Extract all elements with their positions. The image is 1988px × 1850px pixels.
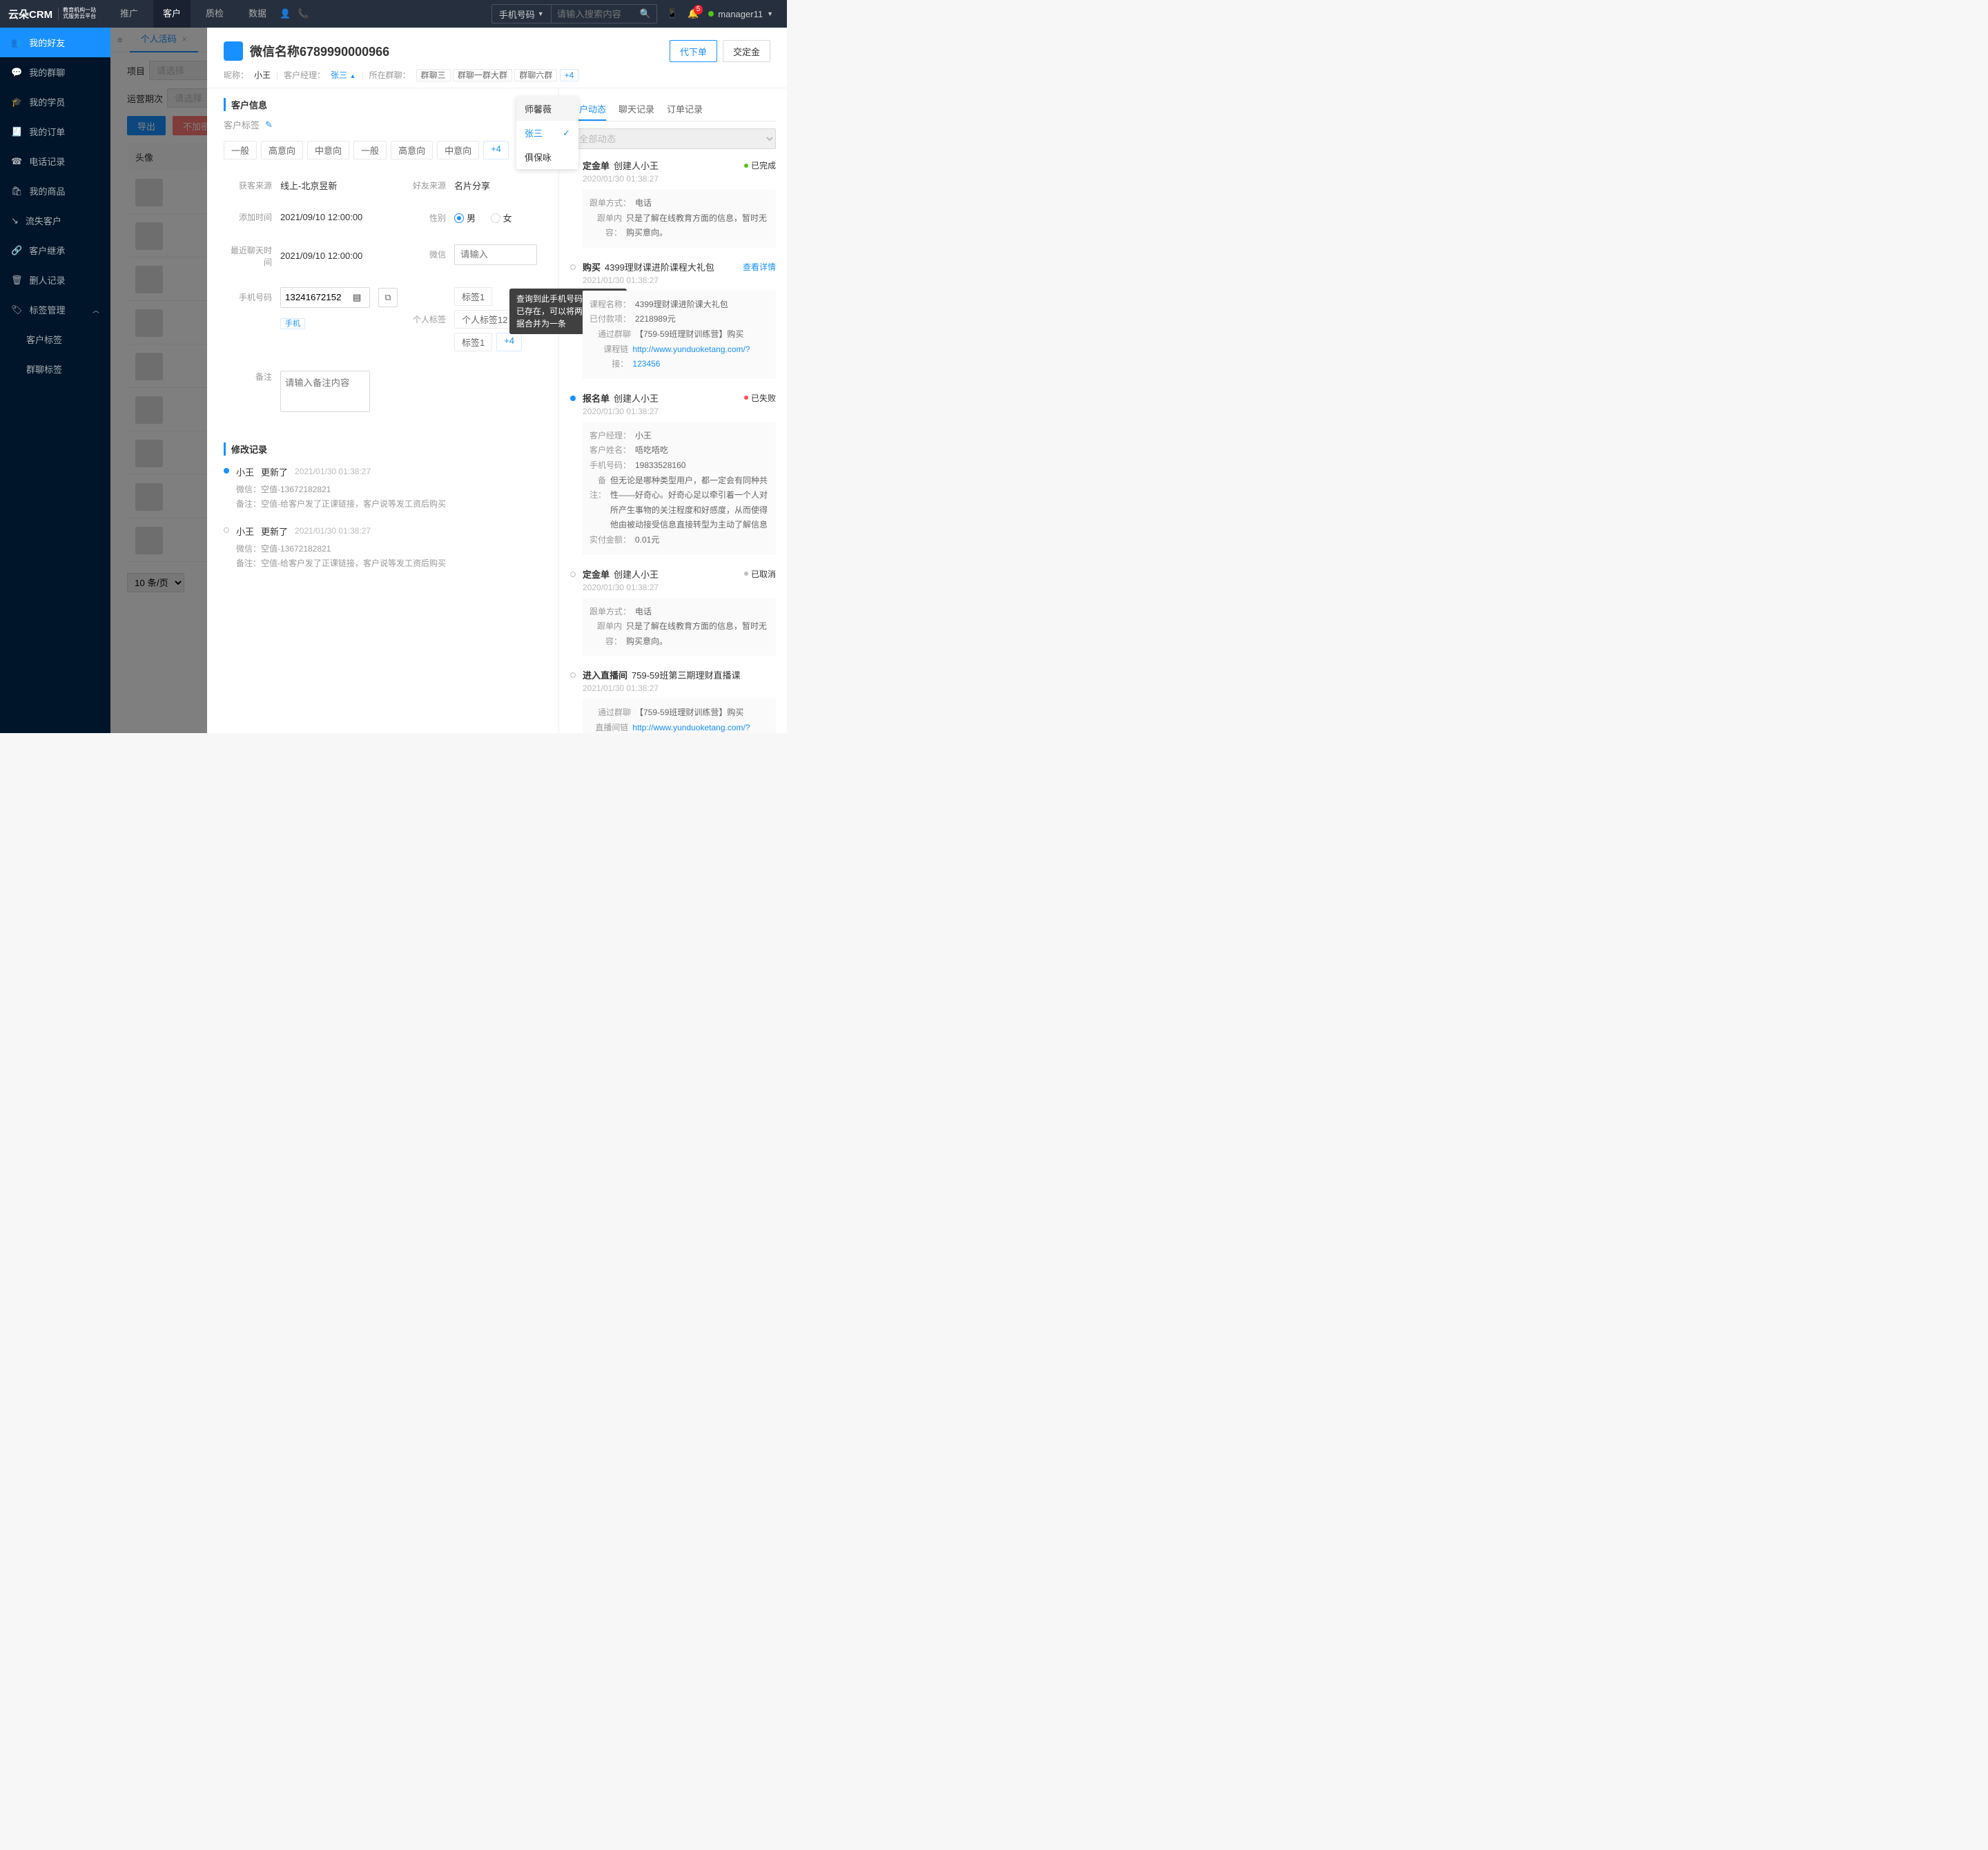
phone-icon[interactable]: 📞 <box>294 8 312 19</box>
sidebar-item[interactable]: 💬我的群聊 <box>0 57 110 87</box>
content-area: ≡ 个人活码×我 项目请选择 运营期次请选择 导出 不加密导出 头像微信名 自得… <box>110 28 787 733</box>
phone-duplicate-tooltip: 查询到此手机号码在系统中已存在，可以将两条客户数据合并为一条 <box>509 289 559 334</box>
topnav-item[interactable]: 数据 <box>239 0 276 28</box>
personal-tag[interactable]: 标签1 <box>454 333 492 351</box>
bell-badge: 5 <box>694 5 703 14</box>
status-dot <box>708 11 714 17</box>
sidebar-icon: 💬 <box>11 67 22 78</box>
sidebar-item[interactable]: 🗑删人记录 <box>0 265 110 295</box>
group-chip[interactable]: 群聊六群 <box>514 69 557 81</box>
customer-tag[interactable]: 高意向 <box>391 141 433 159</box>
remark-input[interactable] <box>280 371 370 412</box>
manager-dropdown-trigger[interactable]: 张三 ▲ <box>331 69 355 81</box>
user-menu[interactable]: manager11▼ <box>708 9 773 19</box>
activity-tab[interactable]: 聊天记录 <box>618 98 654 121</box>
search-box: 手机号码▼ 🔍 <box>491 4 657 23</box>
activity-event: 进入直播间759-59班第三期理财直播课2021/01/30 01:38:27通… <box>570 668 776 733</box>
phone-scan-icon[interactable]: ▤ <box>353 292 361 303</box>
modlog-item: 小王更新了2021/01/30 01:38:27微信：空值-1367218282… <box>224 525 542 572</box>
activity-event: 报名单创建人小王已失败2020/01/30 01:38:27客户经理：小王客户姓… <box>570 391 776 555</box>
customer-drawer: 微信名称6789990000966 代下单 交定金 昵称：小王 | 客户经理：张… <box>207 28 787 733</box>
drawer-title: 微信名称6789990000966 <box>250 42 389 60</box>
drawer-right: 客户动态聊天记录订单记录 全部动态 定金单创建人小王已完成2020/01/30 … <box>559 88 787 733</box>
phone-input[interactable] <box>285 292 349 302</box>
phone-copy-icon[interactable]: ⧉ <box>378 288 398 307</box>
topnav-item[interactable]: 客户 <box>153 0 191 28</box>
customer-tag[interactable]: +4 <box>483 141 509 159</box>
sidebar-item[interactable]: 🏷标签管理︿ <box>0 295 110 324</box>
logo: 云朵CRM 教育机构一站式服务云平台 <box>0 7 110 21</box>
customer-tag[interactable]: 一般 <box>224 141 257 159</box>
activity-event: 购买4399理财课进阶课程大礼包查看详情2021/01/30 01:38:27课… <box>570 260 776 379</box>
sidebar-item[interactable]: ↘流失客户 <box>0 206 110 235</box>
view-detail-link[interactable]: 查看详情 <box>743 261 776 273</box>
dropdown-option[interactable]: 张三✓ <box>516 121 578 145</box>
sidebar-icon: 🗑 <box>11 275 23 286</box>
sidebar-subitem[interactable]: 客户标签 <box>0 324 110 354</box>
activity-tab[interactable]: 订单记录 <box>667 98 703 121</box>
customer-tag[interactable]: 中意向 <box>307 141 349 159</box>
group-chip[interactable]: 群聊一群大群 <box>453 69 512 81</box>
groups-more-chip[interactable]: +4 <box>560 69 579 81</box>
personal-tag[interactable]: 个人标签12 <box>454 310 515 329</box>
manager-dropdown: 师馨薇张三✓俱保咏 <box>516 97 578 169</box>
phone-input-wrap: ▤ <box>280 287 370 308</box>
brand-subtitle: 教育机构一站式服务云平台 <box>58 8 96 20</box>
tags-label: 客户标签 <box>224 118 260 131</box>
personal-tag[interactable]: 标签1 <box>454 287 492 306</box>
section-customer-info: 客户信息 <box>224 98 542 111</box>
edit-tags-icon[interactable]: ✎ <box>265 119 273 130</box>
topnav-item[interactable]: 推广 <box>110 0 148 28</box>
phone-tag: 手机 <box>280 318 305 329</box>
daixiadan-button[interactable]: 代下单 <box>670 40 717 62</box>
customer-tag[interactable]: 一般 <box>353 141 387 159</box>
modlog-item: 小王更新了2021/01/30 01:38:27微信：空值-1367218282… <box>224 465 542 512</box>
dropdown-option[interactable]: 师馨薇 <box>516 97 578 121</box>
search-icon[interactable]: 🔍 <box>634 8 656 19</box>
jiaodingjin-button[interactable]: 交定金 <box>723 40 770 62</box>
customer-tag[interactable]: 中意向 <box>437 141 479 159</box>
sidebar-icon: 🛍 <box>11 186 23 197</box>
sidebar-item[interactable]: 🛍我的商品 <box>0 176 110 206</box>
section-modlog: 修改记录 <box>224 442 542 456</box>
sidebar: 👥我的好友💬我的群聊🎓我的学员🧾我的订单☎电话记录🛍我的商品↘流失客户🔗客户继承… <box>0 28 110 733</box>
topbar: 云朵CRM 教育机构一站式服务云平台 推广客户质检数据 👤 📞 手机号码▼ 🔍 … <box>0 0 787 28</box>
group-chip[interactable]: 群聊三 <box>416 69 451 81</box>
wechat-app-icon <box>224 41 243 61</box>
customer-tag[interactable]: 高意向 <box>261 141 303 159</box>
search-input[interactable] <box>552 5 634 23</box>
sidebar-item[interactable]: ☎电话记录 <box>0 146 110 176</box>
sidebar-icon: 🔗 <box>11 245 22 256</box>
sidebar-icon: ↘ <box>11 215 19 226</box>
topnav-item[interactable]: 质检 <box>196 0 233 28</box>
mobile-icon[interactable]: 📱 <box>667 8 678 19</box>
personal-tag[interactable]: +4 <box>496 333 522 351</box>
activity-filter-select[interactable]: 全部动态 <box>570 128 776 149</box>
activity-event: 定金单创建人小王已完成2020/01/30 01:38:27跟单方式：电话跟单内… <box>570 159 776 248</box>
user-icon[interactable]: 👤 <box>276 8 294 19</box>
brand-name: 云朵CRM <box>8 7 52 21</box>
sidebar-item[interactable]: 🧾我的订单 <box>0 117 110 146</box>
search-type-select[interactable]: 手机号码▼ <box>492 5 552 23</box>
sidebar-item[interactable]: 🎓我的学员 <box>0 87 110 117</box>
sidebar-subitem[interactable]: 群聊标签 <box>0 354 110 384</box>
sidebar-icon: ☎ <box>11 156 22 167</box>
drawer-left: 客户信息 客户标签✎ 一般高意向中意向一般高意向中意向+4 获客来源线上-北京昱… <box>207 88 559 733</box>
sidebar-item[interactable]: 👥我的好友 <box>0 28 110 57</box>
sidebar-icon: 🧾 <box>11 126 22 137</box>
top-nav: 推广客户质检数据 <box>110 0 276 28</box>
dropdown-option[interactable]: 俱保咏 <box>516 145 578 169</box>
activity-event: 定金单创建人小王已取消2020/01/30 01:38:27跟单方式：电话跟单内… <box>570 567 776 656</box>
wechat-input[interactable] <box>454 244 537 265</box>
bell-icon[interactable]: 🔔5 <box>688 8 699 19</box>
sidebar-icon: 🎓 <box>11 97 22 108</box>
sidebar-item[interactable]: 🔗客户继承 <box>0 235 110 265</box>
gender-female-radio[interactable]: 女 <box>491 211 512 224</box>
sidebar-icon: 🏷 <box>11 304 23 315</box>
sidebar-icon: 👥 <box>11 37 22 48</box>
gender-male-radio[interactable]: 男 <box>454 211 476 224</box>
